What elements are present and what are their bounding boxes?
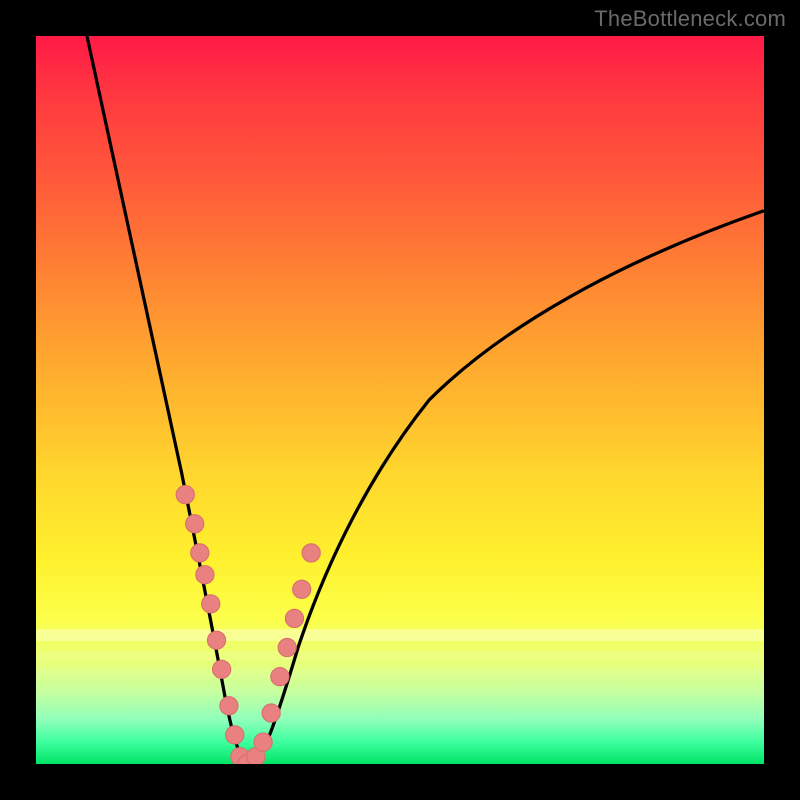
dot	[220, 697, 238, 715]
dot	[262, 704, 280, 722]
dot	[207, 631, 225, 649]
dot	[186, 515, 204, 533]
watermark-text: TheBottleneck.com	[594, 6, 786, 32]
dot	[278, 638, 296, 656]
dot	[254, 733, 272, 751]
sample-dots	[176, 486, 320, 764]
dot	[191, 544, 209, 562]
chart-frame: TheBottleneck.com	[0, 0, 800, 800]
dot	[285, 609, 303, 627]
bottleneck-curve	[87, 36, 764, 764]
dot	[202, 595, 220, 613]
dot	[293, 580, 311, 598]
dot	[213, 660, 231, 678]
dot	[226, 726, 244, 744]
dot	[271, 668, 289, 686]
dot	[302, 544, 320, 562]
dot	[196, 566, 214, 584]
curve-svg	[36, 36, 764, 764]
plot-area	[36, 36, 764, 764]
dot	[176, 486, 194, 504]
